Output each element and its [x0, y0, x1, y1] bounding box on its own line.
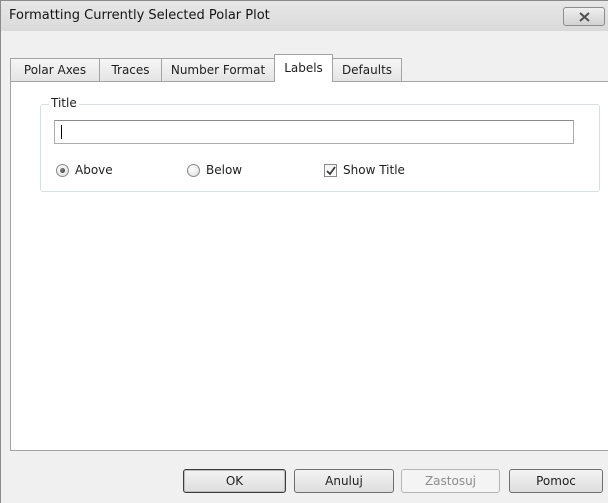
below-label: Below — [206, 163, 243, 177]
above-label: Above — [75, 163, 113, 177]
below-radio[interactable] — [187, 164, 200, 177]
tab-number-format[interactable]: Number Format — [161, 58, 275, 81]
tab-labels[interactable]: Labels — [274, 54, 333, 82]
apply-button[interactable]: Zastosuj — [401, 469, 500, 493]
ok-button[interactable]: OK — [183, 469, 286, 493]
tab-defaults[interactable]: Defaults — [332, 58, 402, 81]
radio-selected-dot — [60, 168, 65, 173]
title-group-label: Title — [49, 96, 79, 110]
close-button[interactable] — [563, 7, 605, 26]
title-input[interactable] — [54, 120, 574, 144]
window-title: Formatting Currently Selected Polar Plot — [9, 8, 270, 23]
tab-traces[interactable]: Traces — [99, 58, 162, 81]
cancel-button[interactable]: Anuluj — [294, 469, 394, 493]
show-title-option[interactable]: Show Title — [324, 163, 444, 179]
help-button[interactable]: Pomoc — [509, 469, 603, 493]
labels-tab-panel: Title Above Below Show Title — [10, 81, 608, 451]
close-icon — [579, 12, 590, 22]
above-radio[interactable] — [56, 164, 69, 177]
below-radio-option[interactable]: Below — [187, 163, 277, 179]
title-bar[interactable]: Formatting Currently Selected Polar Plot — [1, 1, 608, 31]
tab-polar-axes[interactable]: Polar Axes — [10, 58, 100, 81]
dialog-window: Formatting Currently Selected Polar Plot… — [0, 0, 608, 503]
above-radio-option[interactable]: Above — [56, 163, 146, 179]
show-title-label: Show Title — [343, 163, 405, 177]
text-caret — [61, 125, 62, 139]
show-title-checkbox[interactable] — [324, 164, 337, 177]
check-icon — [326, 166, 336, 176]
